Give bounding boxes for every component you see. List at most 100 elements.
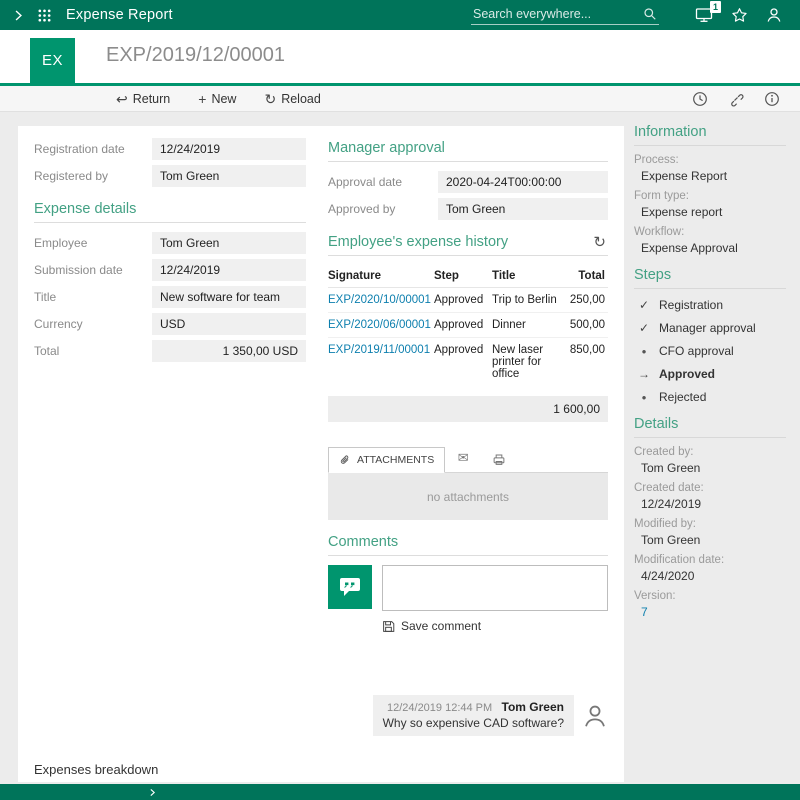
sidebar-label: Form type:: [634, 190, 786, 202]
total-cell: 250,00: [562, 288, 608, 313]
step-label: Approved: [659, 367, 715, 381]
new-button[interactable]: + New: [198, 92, 236, 106]
sidebar-label: Created date:: [634, 482, 786, 494]
add-comment-icon[interactable]: [328, 565, 372, 609]
signature-link[interactable]: EXP/2019/11/00001: [328, 344, 430, 356]
field-title: Title New software for team: [34, 286, 306, 308]
field-value: USD: [152, 313, 306, 335]
column-header: Total: [562, 265, 608, 288]
column-header: Signature: [328, 265, 434, 288]
tab-attachments-label: ATTACHMENTS: [357, 454, 434, 466]
step-label: Rejected: [659, 390, 706, 404]
search-icon[interactable]: [643, 7, 657, 21]
title-cell: Trip to Berlin: [492, 288, 562, 313]
field-label: Currency: [34, 313, 152, 335]
info-icon[interactable]: [764, 91, 780, 107]
sidebar-value: Expense Report: [634, 169, 786, 183]
field-registration-date: Registration date 12/24/2019: [34, 138, 306, 160]
field-approval-date: Approval date 2020-04-24T00:00:00: [328, 171, 608, 193]
sidebar-label: Modification date:: [634, 554, 786, 566]
field-value: 12/24/2019: [152, 138, 306, 160]
expand-bottom-icon[interactable]: [148, 788, 157, 797]
steps-heading: Steps: [634, 267, 786, 289]
bullet-icon: •: [638, 391, 650, 404]
bullet-icon: •: [638, 345, 650, 358]
sidebar-label: Modified by:: [634, 518, 786, 530]
field-total: Total 1 350,00 USD: [34, 340, 306, 362]
action-toolbar: ↩ Return + New ↻ Reload: [0, 86, 800, 112]
return-icon: ↩: [116, 92, 128, 106]
tab-email-icon[interactable]: ✉: [445, 444, 481, 472]
step-approved: → Approved: [638, 367, 786, 381]
refresh-icon[interactable]: ↻: [593, 235, 608, 250]
field-value: Tom Green: [152, 165, 306, 187]
comment-entry: 12/24/2019 12:44 PM Tom Green Why so exp…: [328, 695, 608, 736]
arrow-icon: →: [638, 368, 650, 380]
sidebar-value: Tom Green: [634, 533, 786, 547]
sidebar-label: Created by:: [634, 446, 786, 458]
check-icon: ✓: [638, 322, 650, 334]
save-comment-button[interactable]: Save comment: [382, 619, 608, 633]
sidebar-value: 4/24/2020: [634, 569, 786, 583]
document-type-badge: EX: [30, 38, 75, 83]
paperclip-icon: [339, 454, 351, 466]
expense-history-table: Signature Step Title Total EXP/2020/10/0…: [328, 265, 608, 386]
field-submission-date: Submission date 12/24/2019: [34, 259, 306, 281]
user-profile-icon[interactable]: [766, 7, 782, 23]
step-cfo-approval: • CFO approval: [638, 344, 786, 358]
copy-link-icon[interactable]: [728, 91, 744, 107]
reload-icon: ↻: [264, 92, 276, 106]
title-cell: Dinner: [492, 313, 562, 338]
field-label: Registered by: [34, 165, 152, 187]
notification-count-badge: 1: [710, 1, 721, 13]
history-total: 1 600,00: [328, 396, 608, 422]
field-currency: Currency USD: [34, 313, 306, 335]
app-grid-icon[interactable]: [37, 8, 52, 23]
field-value: New software for team: [152, 286, 306, 308]
comments-heading: Comments: [328, 534, 608, 556]
expense-history-heading: Employee's expense history ↻: [328, 234, 608, 256]
expand-sidebar-icon[interactable]: [12, 9, 25, 22]
designer-notifications-button[interactable]: 1: [695, 7, 713, 23]
column-header: Step: [434, 265, 492, 288]
document-title: EXP/2019/12/00001: [106, 44, 285, 67]
reload-button[interactable]: ↻ Reload: [264, 92, 320, 106]
field-label: Approval date: [328, 171, 438, 193]
comment-avatar-icon: [582, 703, 608, 729]
history-clock-icon[interactable]: [692, 91, 708, 107]
app-title: Expense Report: [66, 7, 173, 23]
tab-attachments[interactable]: ATTACHMENTS: [328, 447, 445, 473]
field-label: Title: [34, 286, 152, 308]
total-cell: 850,00: [562, 338, 608, 387]
title-cell: New laser printer for office: [492, 338, 562, 387]
step-label: CFO approval: [659, 344, 734, 358]
global-search[interactable]: [471, 5, 659, 25]
total-cell: 500,00: [562, 313, 608, 338]
attachment-tabs: ATTACHMENTS ✉: [328, 444, 608, 472]
version-link[interactable]: 7: [634, 605, 786, 619]
step-cell: Approved: [434, 313, 492, 338]
signature-link[interactable]: EXP/2020/06/00001: [328, 319, 431, 331]
field-label: Approved by: [328, 198, 438, 220]
field-label: Employee: [34, 232, 152, 254]
reload-label: Reload: [281, 92, 321, 106]
details-heading: Details: [634, 416, 786, 438]
comment-timestamp: 12/24/2019 12:44 PM: [387, 702, 492, 714]
favorites-star-icon[interactable]: [731, 7, 748, 24]
comment-text: Why so expensive CAD software?: [383, 716, 564, 730]
return-button[interactable]: ↩ Return: [116, 92, 170, 106]
save-icon: [382, 620, 395, 633]
comment-input[interactable]: [382, 565, 608, 611]
expense-details-heading: Expense details: [34, 201, 306, 223]
tab-print-icon[interactable]: [481, 447, 517, 472]
sidebar-value: Expense Approval: [634, 241, 786, 255]
step-label: Registration: [659, 298, 723, 312]
search-input[interactable]: [473, 7, 643, 21]
check-icon: ✓: [638, 299, 650, 311]
signature-link[interactable]: EXP/2020/10/00001: [328, 294, 431, 306]
document-header: EX EXP/2019/12/00001: [0, 30, 800, 86]
expenses-breakdown-section: Expenses breakdown ID Expense date Item …: [34, 762, 608, 782]
field-label: Submission date: [34, 259, 152, 281]
sidebar-value: 12/24/2019: [634, 497, 786, 511]
field-value: 1 350,00 USD: [152, 340, 306, 362]
